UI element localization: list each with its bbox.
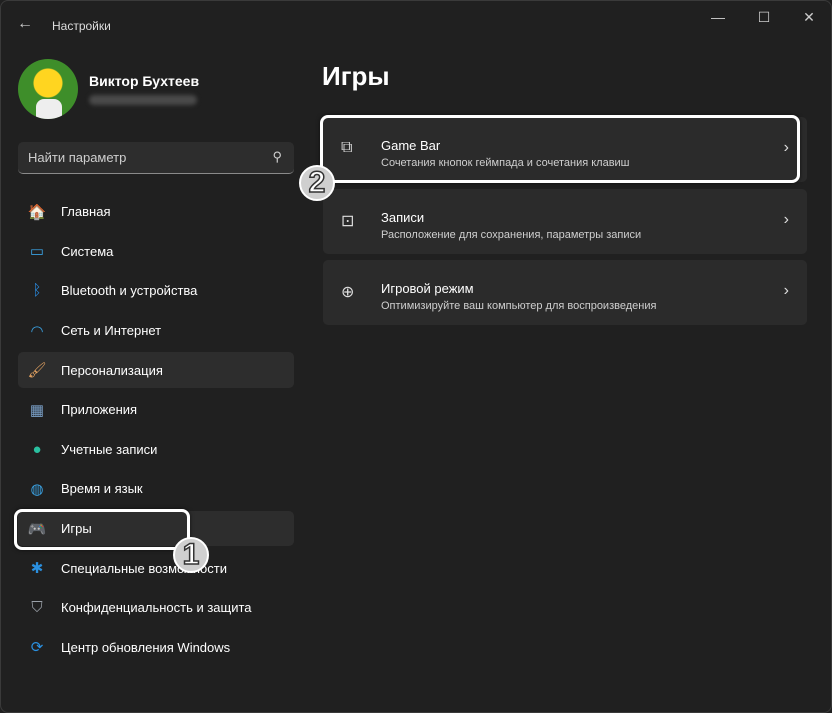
bluetooth-icon: ᛒ xyxy=(32,282,42,300)
settings-window: ← Настройки — ☐ ✕ Виктор Бухтеев Найти п… xyxy=(0,0,832,713)
sidebar-item-label: Персонализация xyxy=(61,362,163,378)
card-subtitle: Расположение для сохранения, параметры з… xyxy=(381,229,642,241)
globe-icon: ◍ xyxy=(30,480,44,498)
monitor-icon: ▭ xyxy=(29,243,45,261)
sidebar-item-label: Главная xyxy=(61,204,111,220)
sidebar-item-1[interactable]: ▭ Система xyxy=(18,234,294,270)
close-button[interactable]: ✕ xyxy=(789,9,829,26)
home-icon: 🏠 xyxy=(27,203,47,221)
sidebar-item-5[interactable]: ▦ Приложения xyxy=(18,392,294,428)
sidebar-item-label: Время и язык xyxy=(61,481,143,497)
app-title: Настройки xyxy=(52,19,111,33)
shield-icon: ⛉ xyxy=(31,599,43,617)
sidebar-item-label: Центр обновления Windows xyxy=(61,639,231,655)
sidebar-item-label: Сеть и Интернет xyxy=(61,323,162,339)
user-name: Виктор Бухтеев xyxy=(89,73,200,89)
accessibility-icon: ✱ xyxy=(30,560,44,578)
card-title: Записи xyxy=(381,210,425,225)
title-bar: ← Настройки — ☐ ✕ xyxy=(1,1,831,51)
person-icon: ● xyxy=(32,440,42,458)
update-icon: ⟳ xyxy=(30,639,44,657)
highlight-step-2 xyxy=(320,115,800,183)
sidebar-nav: 🏠 Главная ▭ Система ᛒ Bluetooth и устройства ◠… xyxy=(18,194,294,669)
sidebar-item-0[interactable]: 🏠 Главная xyxy=(18,194,294,230)
sidebar-item-9[interactable]: ✱ Специальные возможности xyxy=(18,550,294,586)
sidebar-item-label: Приложения xyxy=(61,402,138,418)
maximize-button[interactable]: ☐ xyxy=(744,9,784,26)
step-badge-2: 2 xyxy=(299,165,335,201)
sidebar-item-10[interactable]: ⛉ Конфиденциальность и защита xyxy=(18,590,294,626)
sidebar-item-2[interactable]: ᛒ Bluetooth и устройства xyxy=(18,273,294,309)
sidebar-item-label: Конфиденциальность и защита xyxy=(61,600,252,616)
chevron-right-icon: › xyxy=(783,282,789,299)
sidebar-item-label: Система xyxy=(61,243,114,259)
card-subtitle: Оптимизируйте ваш компьютер для воспроиз… xyxy=(381,300,657,312)
search-icon[interactable]: ⚲ xyxy=(272,149,282,165)
sidebar-item-3[interactable]: ◠ Сеть и Интернет xyxy=(18,313,294,349)
chevron-right-icon: › xyxy=(783,211,789,228)
search-input[interactable]: Найти параметр ⚲ xyxy=(18,142,294,174)
user-email-blurred xyxy=(89,95,197,105)
card-title: Игровой режим xyxy=(381,281,474,296)
game-mode-icon: ⊕ xyxy=(341,284,355,301)
sidebar-item-6[interactable]: ● Учетные записи xyxy=(18,432,294,468)
wifi-icon: ◠ xyxy=(30,322,44,340)
capture-icon: ⊡ xyxy=(341,213,355,230)
minimize-button[interactable]: — xyxy=(698,9,738,25)
search-placeholder: Найти параметр xyxy=(28,150,127,165)
back-arrow-icon[interactable]: ← xyxy=(17,15,33,33)
apps-icon: ▦ xyxy=(29,401,45,419)
sidebar-item-11[interactable]: ⟳ Центр обновления Windows xyxy=(18,630,294,666)
page-title: Игры xyxy=(322,61,390,91)
step-badge-1: 1 xyxy=(173,537,209,573)
brush-icon: 🖌 xyxy=(27,362,47,380)
highlight-step-1 xyxy=(14,509,190,550)
sidebar-item-7[interactable]: ◍ Время и язык xyxy=(18,471,294,507)
settings-card-2[interactable]: ⊕ Игровой режим Оптимизируйте ваш компьюте… xyxy=(323,260,807,325)
sidebar-item-4[interactable]: 🖌 Персонализация xyxy=(18,352,294,388)
settings-card-1[interactable]: ⊡ Записи Расположение для сохранения, пара… xyxy=(323,189,807,254)
avatar[interactable] xyxy=(18,59,78,119)
sidebar-item-label: Учетные записи xyxy=(61,441,158,457)
sidebar-item-label: Bluetooth и устройства xyxy=(61,283,198,299)
